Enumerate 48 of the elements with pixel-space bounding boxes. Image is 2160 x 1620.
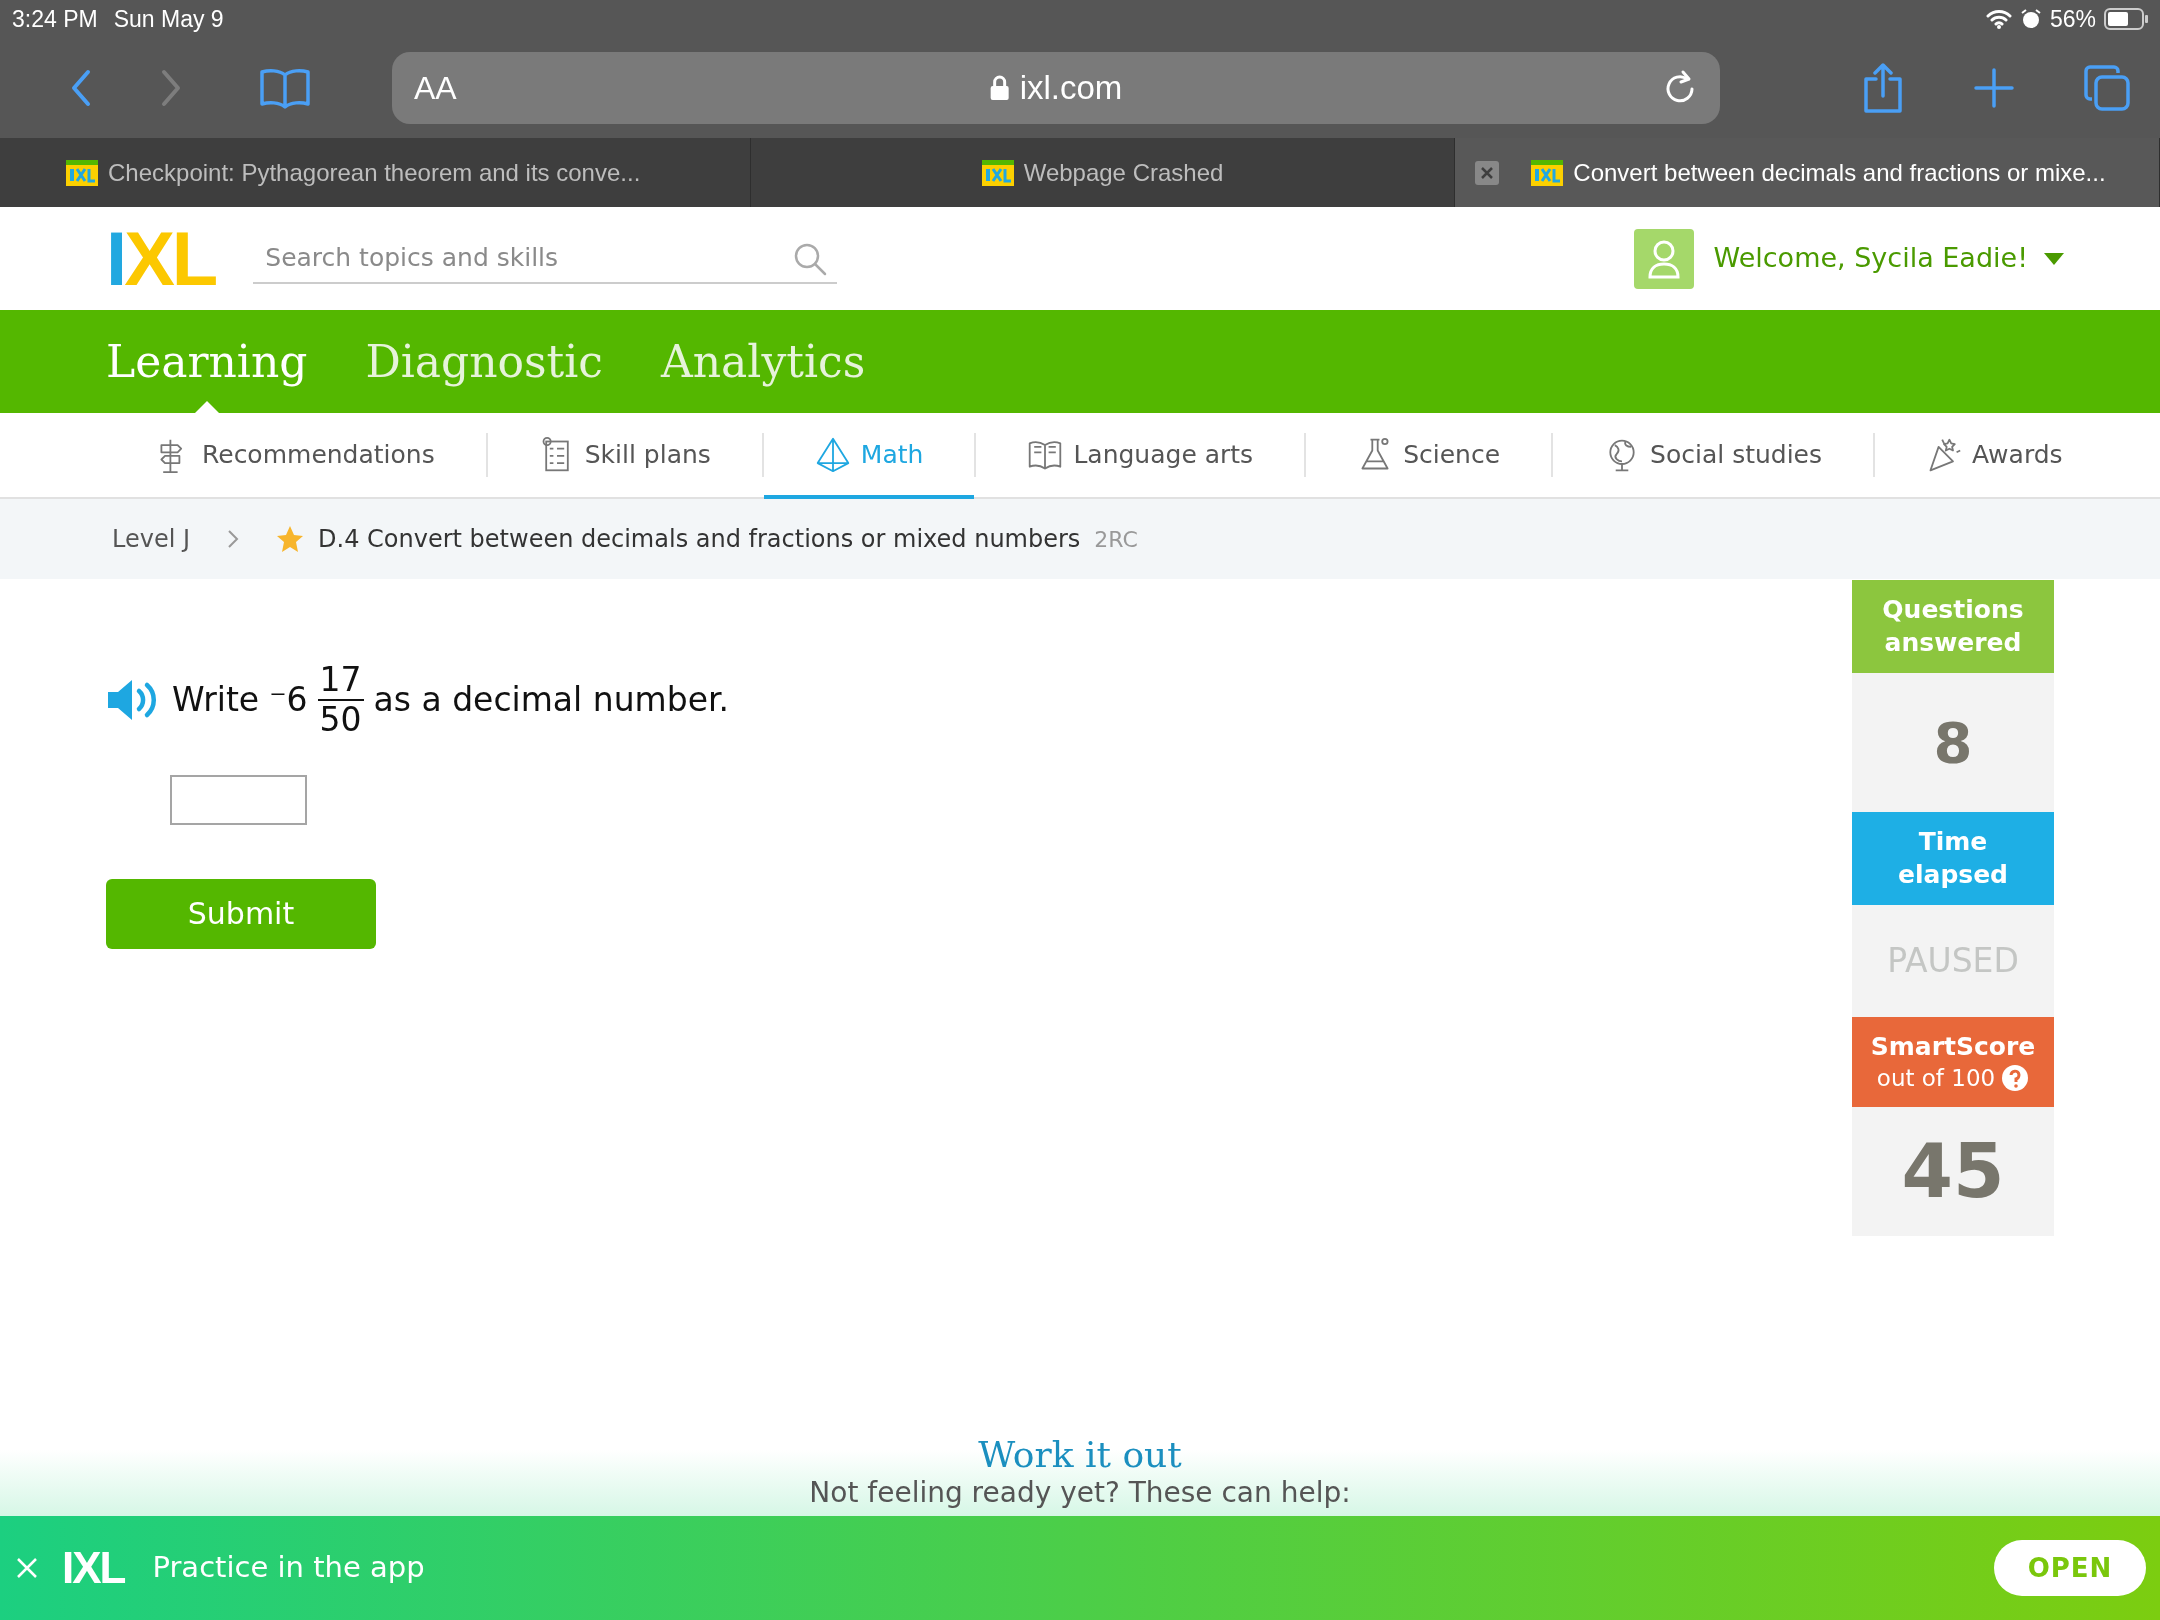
status-time: 3:24 PM	[12, 4, 98, 34]
skill-title: D.4 Convert between decimals and fractions or mixed numbers	[318, 524, 1081, 555]
close-icon[interactable]	[1475, 160, 1500, 185]
browser-tab[interactable]: Webpage Crashed	[750, 138, 1456, 207]
account-menu[interactable]: Welcome, Sycila Eadie!	[1713, 238, 2064, 279]
browser-tab[interactable]: Checkpoint: Pythagorean theorem and its conve...	[0, 138, 751, 207]
favicon-icon	[1531, 159, 1564, 186]
lock-icon	[989, 75, 1010, 101]
subject-tab[interactable]: Recommendations	[105, 415, 486, 500]
section-subtitle: Not feeling ready yet? These can help:	[809, 1476, 1351, 1510]
subject-tab[interactable]: Awards	[1875, 415, 2114, 500]
banner-text: Practice in the app	[152, 1549, 425, 1587]
stat-header: Questions answered	[1852, 580, 2054, 673]
search-icon[interactable]	[793, 241, 828, 276]
status-date: Sun May 9	[113, 4, 224, 34]
stat-value: 8	[1852, 673, 2054, 812]
skill-code: 2RC	[1094, 525, 1138, 554]
star-icon	[276, 525, 305, 553]
caret-icon	[2044, 252, 2064, 265]
subject-tab[interactable]: Skill plans	[487, 415, 762, 500]
favicon-icon	[981, 159, 1014, 186]
favicon-icon	[66, 159, 98, 186]
battery-percent: 56%	[2049, 4, 2096, 34]
answer-field[interactable]	[170, 774, 307, 825]
battery-icon	[2104, 8, 2148, 30]
subject-tab[interactable]: Language arts	[976, 415, 1305, 500]
help-icon[interactable]	[2001, 1064, 2030, 1093]
browser-tab[interactable]: Convert between decimals and fractions or mixe...	[1455, 138, 2160, 207]
url-text: ixl.com	[1019, 68, 1123, 109]
address-bar[interactable]: AA ixl.com	[392, 52, 1720, 124]
stat-header: SmartScore out of 100	[1852, 1017, 2054, 1108]
plus-icon[interactable]	[1974, 68, 2014, 108]
subject-tab[interactable]: Science	[1306, 415, 1552, 500]
text-size-button[interactable]: AA	[414, 64, 457, 112]
subject-tab[interactable]: Social studies	[1553, 415, 1874, 500]
pyramid-icon	[814, 435, 851, 475]
alarm-icon	[2019, 8, 2042, 30]
tabs-icon[interactable]	[2084, 65, 2130, 111]
avatar-icon[interactable]	[1633, 228, 1694, 289]
section-title: Work it out	[978, 1433, 1182, 1477]
chevron-icon	[226, 528, 241, 550]
ixl-logo: IXL	[62, 1546, 126, 1590]
stat-value: 45	[1852, 1107, 2054, 1237]
stat-header: Time elapsed	[1852, 812, 2054, 905]
share-icon[interactable]	[1862, 63, 1904, 113]
close-icon[interactable]	[16, 1557, 38, 1579]
wifi-icon	[1985, 9, 2012, 29]
breadcrumb-link[interactable]: Level J	[112, 521, 191, 557]
